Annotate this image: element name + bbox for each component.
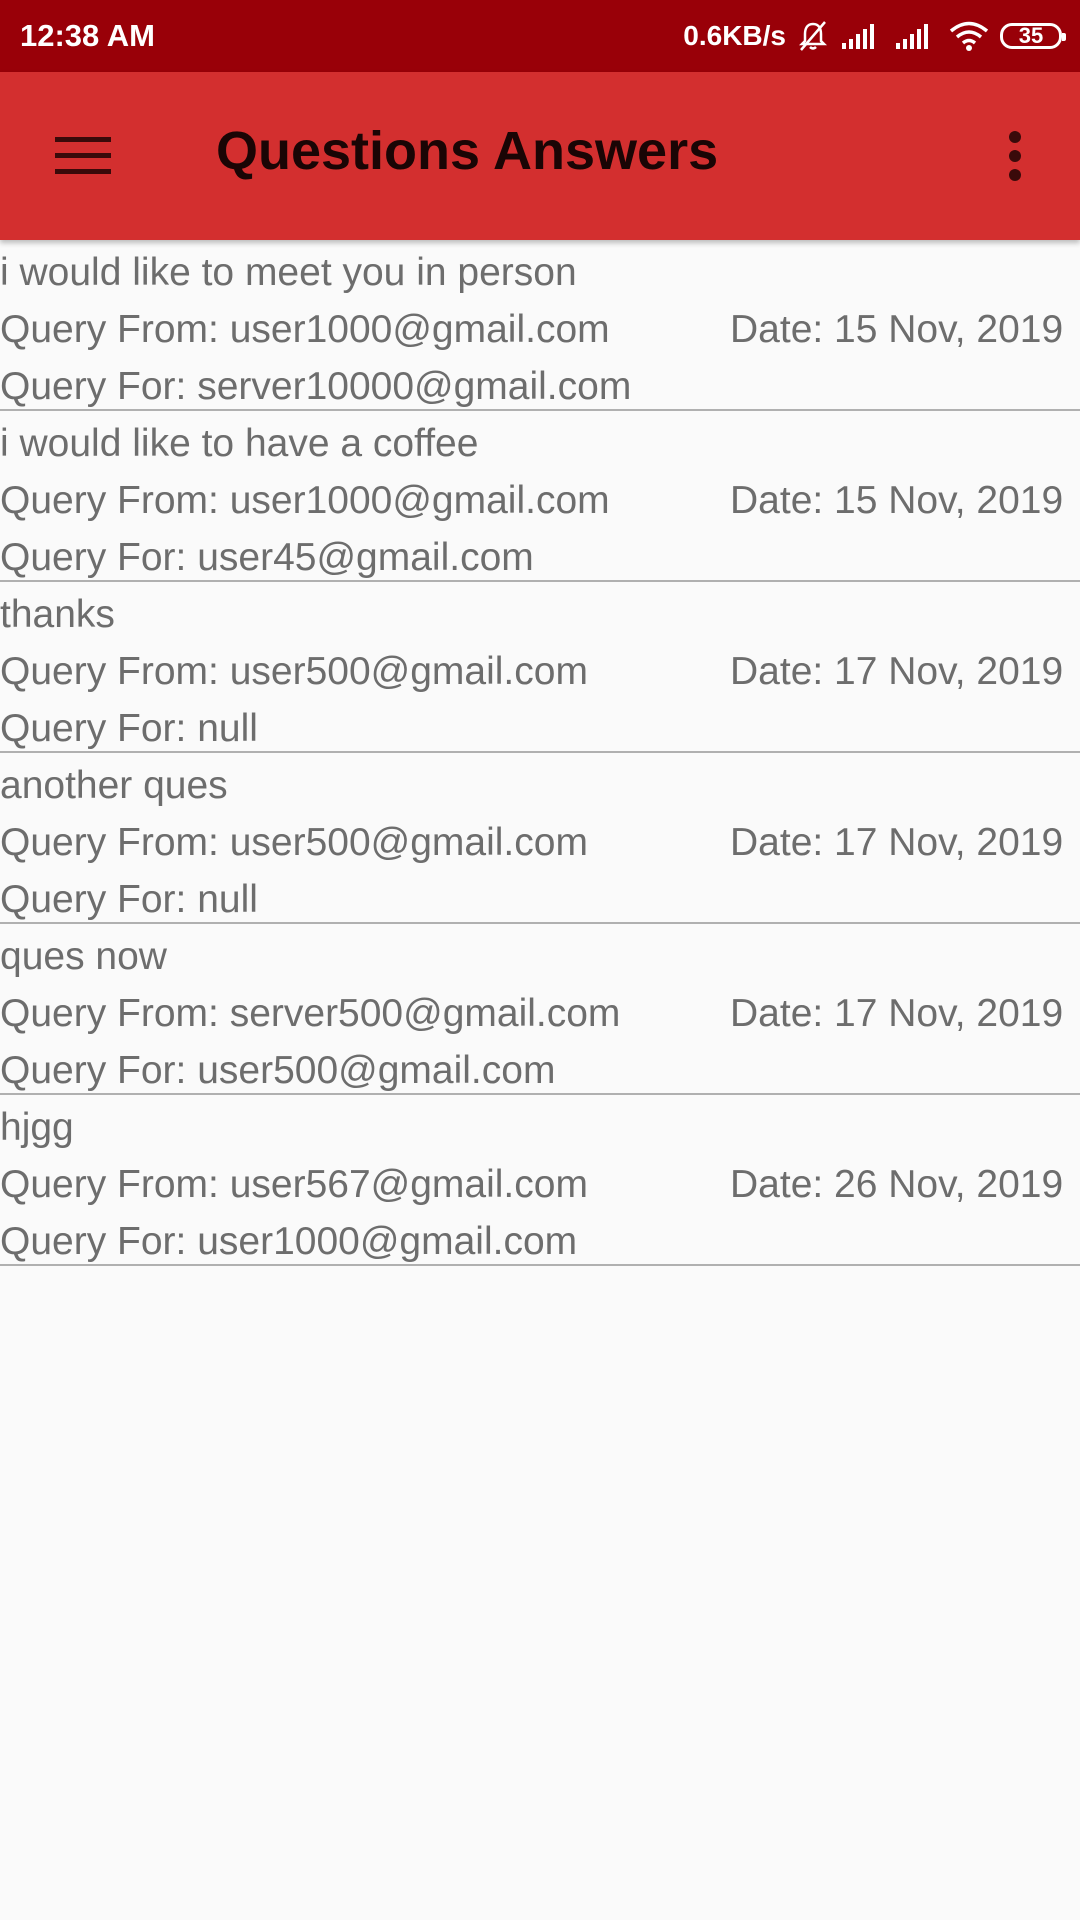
query-for: Query For: null	[0, 707, 258, 750]
network-speed: 0.6KB/s	[683, 20, 786, 51]
more-vertical-icon	[1009, 131, 1021, 181]
query-for: Query For: user500@gmail.com	[0, 1049, 556, 1092]
query-for: Query For: user1000@gmail.com	[0, 1220, 578, 1263]
query-date: Date: 17 Nov, 2019	[730, 650, 1064, 693]
wifi-icon	[948, 20, 990, 52]
query-date: Date: 17 Nov, 2019	[730, 992, 1064, 1035]
query-question: i would like to meet you in person	[0, 251, 577, 294]
query-for: Query For: null	[0, 878, 258, 921]
query-date: Date: 15 Nov, 2019	[730, 308, 1064, 351]
query-date: Date: 17 Nov, 2019	[730, 821, 1064, 864]
query-from: Query From: server500@gmail.com	[0, 992, 621, 1035]
page-title: Questions Answers	[216, 121, 719, 181]
overflow-menu-button[interactable]	[990, 124, 1040, 188]
query-from: Query From: user1000@gmail.com	[0, 308, 610, 351]
list-item[interactable]: ques now Query From: server500@gmail.com…	[0, 924, 1080, 1095]
query-question: thanks	[0, 593, 115, 636]
query-question: ques now	[0, 935, 167, 978]
query-question: hjgg	[0, 1106, 74, 1149]
list-item[interactable]: hjgg Query From: user567@gmail.com Date:…	[0, 1095, 1080, 1266]
list-item[interactable]: i would like to have a coffee Query From…	[0, 411, 1080, 582]
query-question: another ques	[0, 764, 228, 807]
status-bar: 12:38 AM 0.6KB/s 35	[0, 0, 1080, 72]
query-question: i would like to have a coffee	[0, 422, 479, 465]
list-item[interactable]: i would like to meet you in person Query…	[0, 240, 1080, 411]
status-icons: 0.6KB/s 35	[683, 19, 1066, 53]
app-bar: Questions Answers	[0, 72, 1080, 240]
status-time: 12:38 AM	[20, 18, 155, 53]
battery-icon: 35	[1000, 23, 1066, 49]
query-from: Query From: user500@gmail.com	[0, 821, 588, 864]
query-for: Query For: user45@gmail.com	[0, 536, 534, 579]
query-from: Query From: user1000@gmail.com	[0, 479, 610, 522]
list-item[interactable]: another ques Query From: user500@gmail.c…	[0, 753, 1080, 924]
battery-level: 35	[1018, 23, 1044, 48]
signal-icon	[894, 21, 938, 51]
query-date: Date: 26 Nov, 2019	[730, 1163, 1064, 1206]
query-for: Query For: server10000@gmail.com	[0, 365, 632, 408]
query-list: i would like to meet you in person Query…	[0, 240, 1080, 1266]
signal-icon	[840, 21, 884, 51]
query-date: Date: 15 Nov, 2019	[730, 479, 1064, 522]
menu-button[interactable]	[46, 122, 120, 188]
hamburger-menu-icon	[55, 137, 111, 174]
mute-bell-icon	[796, 19, 830, 53]
query-from: Query From: user500@gmail.com	[0, 650, 588, 693]
list-item[interactable]: thanks Query From: user500@gmail.com Dat…	[0, 582, 1080, 753]
query-from: Query From: user567@gmail.com	[0, 1163, 588, 1206]
